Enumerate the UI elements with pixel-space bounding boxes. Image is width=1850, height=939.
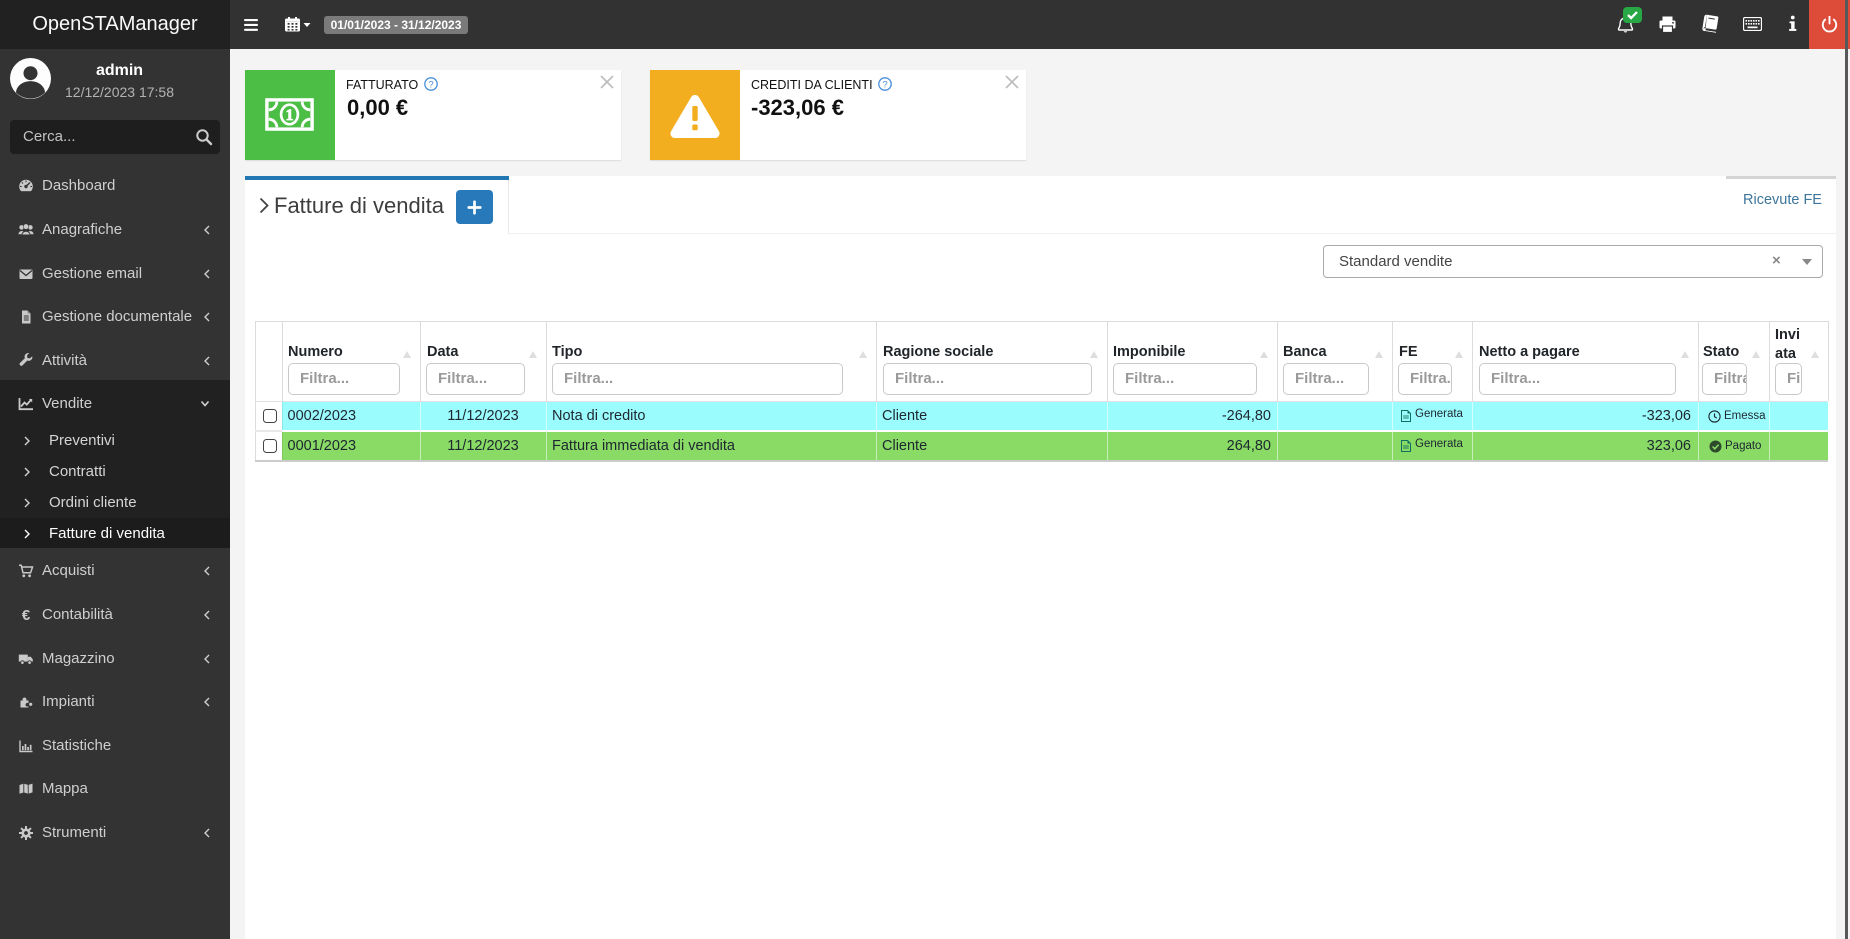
svg-text:?: ? (428, 80, 433, 91)
svg-text:€: € (22, 607, 31, 623)
svg-text:?: ? (882, 80, 887, 91)
svg-text:1: 1 (286, 107, 294, 124)
